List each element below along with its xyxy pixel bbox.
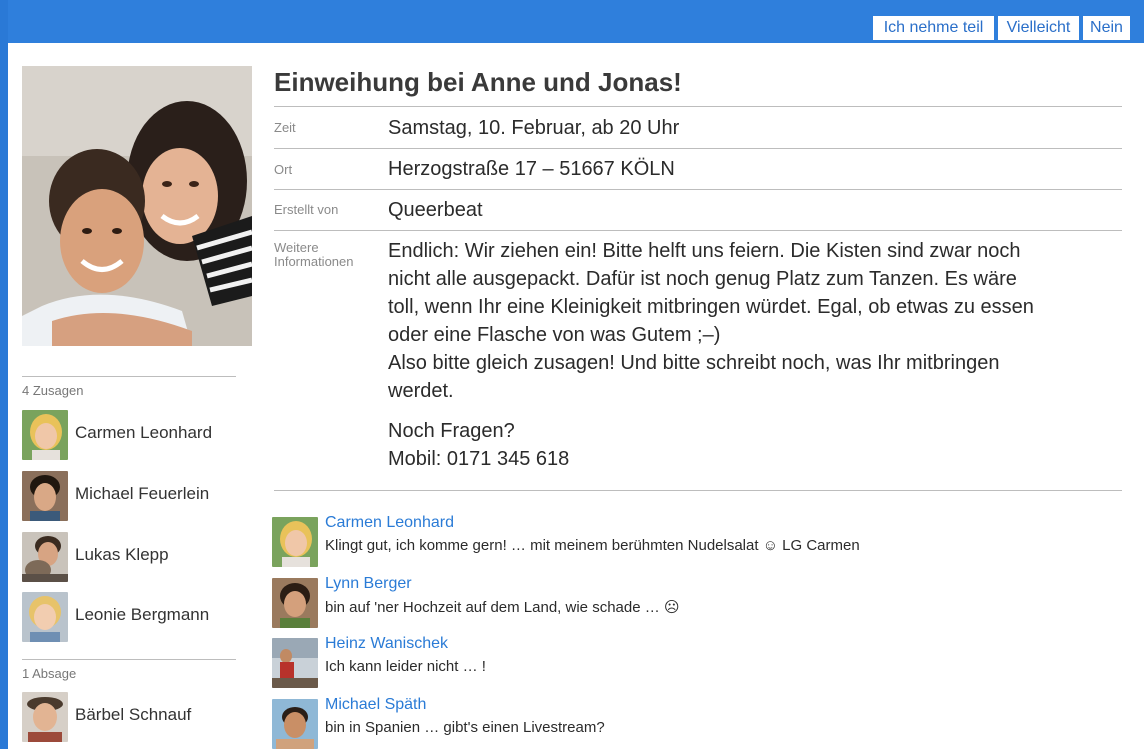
maybe-button[interactable]: Vielleicht xyxy=(998,16,1079,40)
avatar xyxy=(22,532,68,582)
divider xyxy=(274,490,1122,491)
comment-author[interactable]: Lynn Berger xyxy=(325,575,412,593)
avatar xyxy=(22,410,68,460)
description-line: toll, wenn Ihr eine Kleinigkeit mitbring… xyxy=(388,296,1034,318)
attendee-item[interactable]: Lukas Klepp xyxy=(22,532,242,582)
attendee-name: Carmen Leonhard xyxy=(75,423,213,442)
event-description: Endlich: Wir ziehen ein! Bitte helft uns… xyxy=(388,237,1124,473)
comment-item: Heinz Wanischek Ich kann leider nicht … … xyxy=(272,635,1132,691)
avatar[interactable] xyxy=(272,578,318,628)
info-label-line: Informationen xyxy=(274,254,354,269)
description-line: Also bitte gleich zusagen! Und bitte sch… xyxy=(388,352,1000,374)
divider xyxy=(274,106,1122,107)
divider xyxy=(22,376,236,377)
comment-author[interactable]: Heinz Wanischek xyxy=(325,635,448,653)
place-label: Ort xyxy=(274,162,293,177)
couple-photo-illustration xyxy=(22,66,252,346)
avatar xyxy=(22,592,68,642)
time-value: Samstag, 10. Februar, ab 20 Uhr xyxy=(388,117,680,139)
attendee-item[interactable]: Carmen Leonhard xyxy=(22,410,242,460)
divider xyxy=(22,659,236,660)
creator-label: Erstellt von xyxy=(274,202,339,217)
declined-item[interactable]: Bärbel Schnauf xyxy=(22,692,242,742)
divider xyxy=(274,148,1122,149)
event-photo xyxy=(22,66,252,346)
creator-value[interactable]: Queerbeat xyxy=(388,199,483,222)
decline-button[interactable]: Nein xyxy=(1083,16,1130,40)
attendee-item[interactable]: Michael Feuerlein xyxy=(22,471,242,521)
attendee-name: Leonie Bergmann xyxy=(75,605,210,624)
avatar[interactable] xyxy=(272,699,318,749)
attendee-name: Lukas Klepp xyxy=(75,545,169,564)
accepted-heading: 4 Zusagen xyxy=(22,383,84,398)
avatar[interactable] xyxy=(272,517,318,567)
comment-text: Klingt gut, ich komme gern! … mit meinem… xyxy=(325,537,860,554)
declined-name: Bärbel Schnauf xyxy=(75,705,192,724)
time-label: Zeit xyxy=(274,120,296,135)
comment-text: Ich kann leider nicht … ! xyxy=(325,658,486,675)
description-line: Endlich: Wir ziehen ein! Bitte helft uns… xyxy=(388,240,1021,262)
comment-author[interactable]: Carmen Leonhard xyxy=(325,514,454,532)
comment-text: bin in Spanien … gibt's einen Livestream… xyxy=(325,719,605,736)
event-title: Einweihung bei Anne und Jonas! xyxy=(274,67,682,97)
divider xyxy=(274,230,1122,231)
attendee-item[interactable]: Leonie Bergmann xyxy=(22,592,242,642)
comment-text: bin auf 'ner Hochzeit auf dem Land, wie … xyxy=(325,599,680,616)
description-line: werdet. xyxy=(388,380,454,402)
avatar xyxy=(22,692,68,742)
declined-heading: 1 Absage xyxy=(22,666,77,681)
avatar[interactable] xyxy=(272,638,318,688)
description-line: oder eine Flasche von was Gutem ;–) xyxy=(388,324,721,346)
description-line: nicht alle ausgepackt. Dafür ist noch ge… xyxy=(388,268,1017,290)
info-label-line: Weitere xyxy=(274,240,319,255)
avatar xyxy=(22,471,68,521)
comment-author[interactable]: Michael Späth xyxy=(325,696,426,714)
attendee-name: Michael Feuerlein xyxy=(75,484,210,503)
comment-item: Michael Späth bin in Spanien … gibt's ei… xyxy=(272,696,1132,749)
phone-number: Mobil: 0171 345 618 xyxy=(388,448,570,470)
comment-item: Carmen Leonhard Klingt gut, ich komme ge… xyxy=(272,514,1132,570)
info-label: Weitere Informationen xyxy=(274,241,354,269)
attend-button[interactable]: Ich nehme teil xyxy=(873,16,994,40)
description-line: Noch Fragen? xyxy=(388,420,515,442)
place-value: Herzogstraße 17 – 51667 KÖLN xyxy=(388,158,675,180)
divider xyxy=(274,189,1122,190)
comment-item: Lynn Berger bin auf 'ner Hochzeit auf de… xyxy=(272,575,1132,631)
